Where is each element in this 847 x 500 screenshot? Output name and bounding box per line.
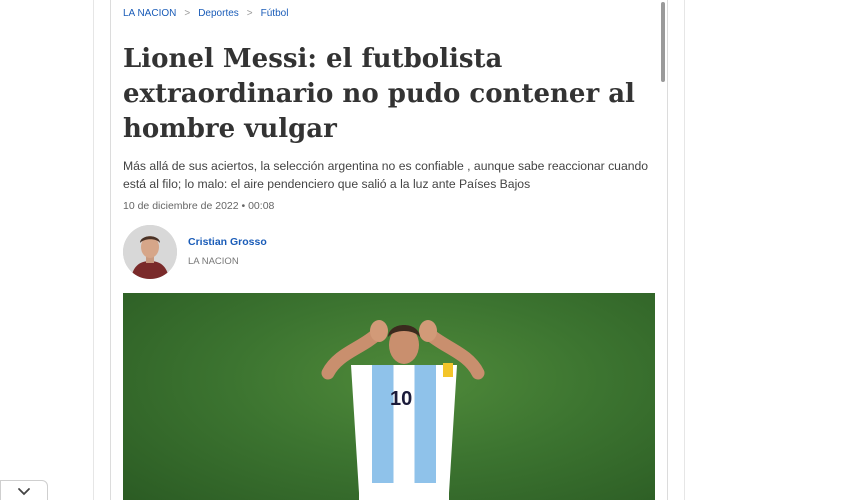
headline-line-3: hombre vulgar <box>123 114 337 144</box>
author-outlet: LA NACION <box>188 256 239 267</box>
article-hero-image[interactable]: 10 <box>123 293 655 500</box>
headline-line-1: Lionel Messi: el futbolista <box>123 44 503 74</box>
svg-text:10: 10 <box>390 388 412 410</box>
chevron-down-icon <box>18 488 30 496</box>
breadcrumb-item-la-nacion[interactable]: LA NACION <box>123 8 176 19</box>
article-headline: Lionel Messi: el futbolista extraordinar… <box>123 42 643 147</box>
headline-line-2: extraordinario no pudo contener al <box>123 79 635 109</box>
right-page-rail <box>684 0 685 500</box>
author-name-link[interactable]: Cristian Grosso <box>188 236 267 248</box>
collapse-button[interactable] <box>0 480 48 500</box>
breadcrumb-separator: > <box>184 8 191 19</box>
scrollbar-thumb[interactable] <box>661 2 665 82</box>
left-page-rail <box>93 0 94 500</box>
dek-line-1: Más allá de sus aciertos, la selección a… <box>123 159 649 173</box>
article-dateline: 10 de diciembre de 2022 • 00:08 <box>123 200 275 212</box>
breadcrumb-item-deportes[interactable]: Deportes <box>198 8 239 19</box>
author-portrait-image <box>123 225 177 279</box>
dek-line-2: está al filo; lo malo: el aire pendencie… <box>123 177 531 191</box>
breadcrumb-item-futbol[interactable]: Fútbol <box>261 8 289 19</box>
breadcrumb: LA NACION > Deportes > Fútbol <box>123 8 288 19</box>
author-avatar[interactable] <box>123 225 177 279</box>
article-dek: Más allá de sus aciertos, la selección a… <box>123 157 663 193</box>
messi-celebration-photo: 10 <box>321 320 485 500</box>
breadcrumb-separator: > <box>246 8 253 19</box>
